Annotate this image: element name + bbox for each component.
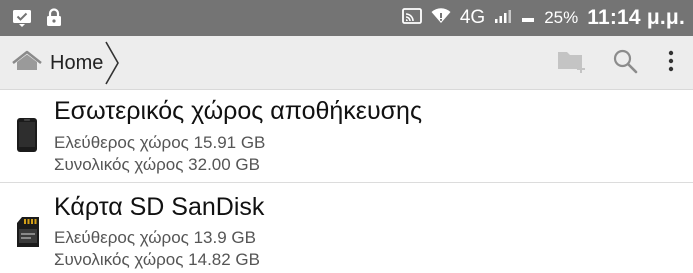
- more-vert-icon: [667, 50, 675, 77]
- signal-icon: [494, 8, 512, 28]
- new-folder-icon: [557, 48, 589, 79]
- free-space-text: Ελεύθερος χώρος 13.9 GB: [54, 228, 256, 247]
- free-space-text: Ελεύθερος χώρος 15.91 GB: [54, 133, 266, 152]
- battery-icon: [521, 8, 535, 28]
- lock-icon: [46, 8, 62, 32]
- toolbar: Home: [0, 36, 693, 90]
- home-icon: [12, 50, 42, 77]
- check-notification-icon: [12, 9, 32, 32]
- storage-title: Εσωτερικός χώρος αποθήκευσης: [54, 97, 423, 125]
- network-type: 4G: [459, 7, 486, 28]
- cast-icon: [401, 7, 422, 29]
- total-space-text: Συνολικός χώρος 32.00 GB: [54, 155, 260, 174]
- search-icon: [612, 48, 638, 79]
- storage-item-sd-card[interactable]: Κάρτα SD SanDisk Ελεύθερος χώρος 13.9 GB…: [0, 184, 693, 273]
- status-bar: 4G 25% 11:14 μ.μ.: [0, 0, 693, 36]
- breadcrumb-separator-icon: [104, 40, 120, 91]
- battery-percentage: 25%: [544, 8, 579, 27]
- sd-card-icon: [16, 216, 40, 253]
- wifi-icon: [431, 7, 451, 29]
- clock: 11:14 μ.μ.: [587, 6, 685, 29]
- breadcrumb-home[interactable]: Home: [12, 36, 103, 90]
- more-options-button[interactable]: [651, 36, 691, 90]
- phone-icon: [16, 117, 38, 158]
- new-folder-button[interactable]: [553, 36, 593, 90]
- storage-item-internal[interactable]: Εσωτερικός χώρος αποθήκευσης Ελεύθερος χ…: [0, 91, 693, 183]
- breadcrumb-home-label: Home: [50, 51, 104, 74]
- total-space-text: Συνολικός χώρος 14.82 GB: [54, 250, 260, 269]
- storage-title: Κάρτα SD SanDisk: [54, 193, 265, 221]
- search-button[interactable]: [605, 36, 645, 90]
